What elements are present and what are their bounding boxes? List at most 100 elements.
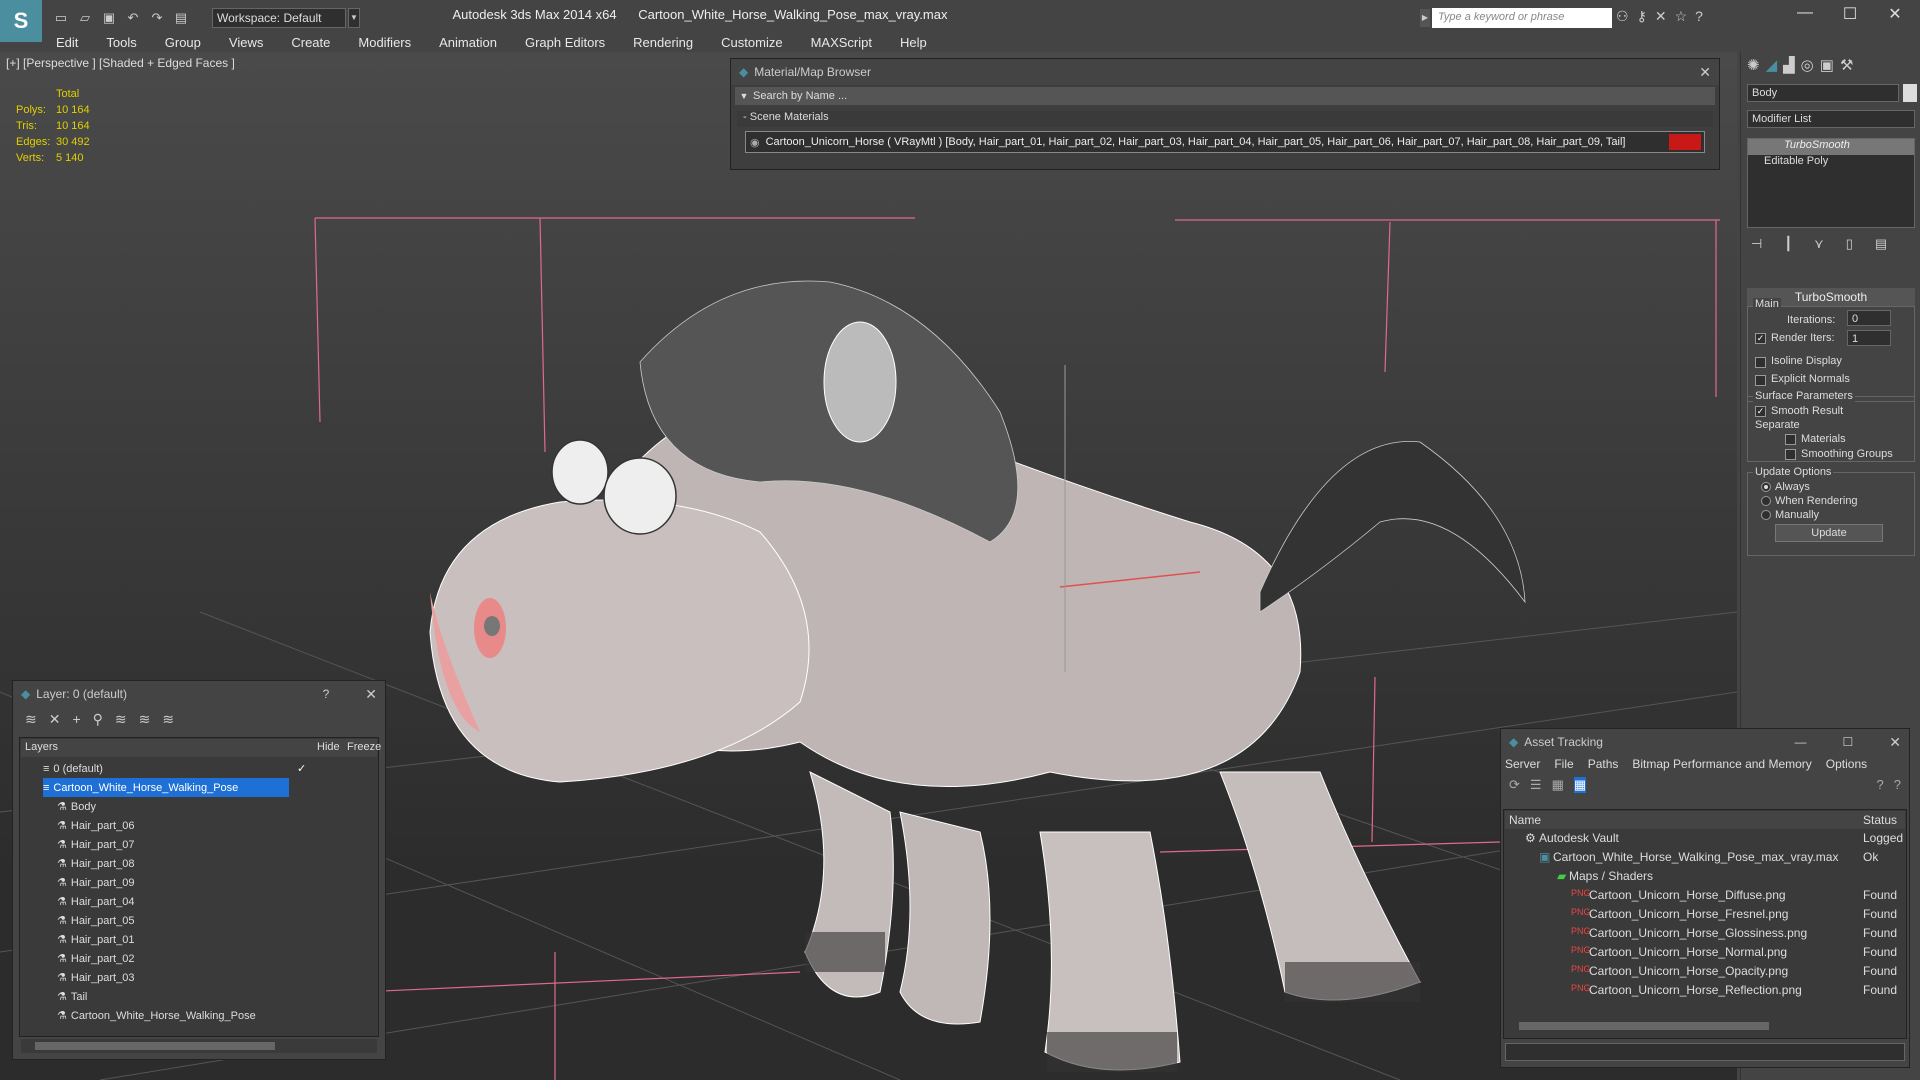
scrollbar-thumb[interactable] bbox=[35, 1042, 275, 1050]
asset-row[interactable]: ▣ Cartoon_White_Horse_Walking_Pose_max_vr… bbox=[1505, 850, 1905, 869]
object-row[interactable]: ⚗ Hair_part_07 bbox=[57, 835, 407, 854]
object-row[interactable]: ⚗ Hair_part_02 bbox=[57, 949, 407, 968]
material-entry[interactable]: ◉ Cartoon_Unicorn_Horse ( VRayMtl ) [Bod… bbox=[745, 131, 1705, 153]
object-row[interactable]: ⚗ Hair_part_01 bbox=[57, 930, 407, 949]
asset-row[interactable]: PNG Cartoon_Unicorn_Horse_Normal.png Found bbox=[1505, 945, 1905, 964]
asset-row[interactable]: ⚙ Autodesk Vault Logged bbox=[1505, 831, 1905, 850]
make-unique-icon[interactable]: ⋎ bbox=[1814, 236, 1824, 252]
when-rendering-radio[interactable] bbox=[1761, 496, 1771, 506]
asset-menu-server[interactable]: Server bbox=[1505, 757, 1540, 771]
configure-sets-icon[interactable]: ▤ bbox=[1875, 236, 1887, 252]
help-icon[interactable]: ? bbox=[1695, 8, 1703, 25]
object-row[interactable]: ⚗ Hair_part_03 bbox=[57, 968, 407, 987]
separate-materials-checkbox[interactable] bbox=[1785, 434, 1796, 445]
create-tab-icon[interactable]: ✺ bbox=[1747, 56, 1760, 74]
hide-all-icon[interactable]: ≋ bbox=[139, 711, 151, 728]
smooth-result-checkbox[interactable]: ✓ bbox=[1755, 406, 1766, 417]
hierarchy-tab-icon[interactable]: ▟ bbox=[1783, 56, 1795, 74]
asset-settings-icon[interactable]: ? bbox=[1894, 777, 1901, 793]
close-button[interactable]: ✕ bbox=[1875, 4, 1915, 28]
key-icon[interactable]: ⚷ bbox=[1637, 8, 1647, 25]
update-button[interactable]: Update bbox=[1775, 524, 1883, 542]
asset-row[interactable]: ▰ Maps / Shaders bbox=[1505, 869, 1905, 888]
manually-radio[interactable] bbox=[1761, 510, 1771, 520]
asset-row[interactable]: PNG Cartoon_Unicorn_Horse_Fresnel.png Foun… bbox=[1505, 907, 1905, 926]
render-iters-spinner[interactable]: 1 bbox=[1847, 330, 1891, 346]
layer-row[interactable]: ≡ Cartoon_White_Horse_Walking_Pose bbox=[43, 778, 289, 797]
menu-customize[interactable]: Customize bbox=[707, 35, 796, 50]
object-color-swatch[interactable] bbox=[1903, 84, 1917, 102]
asset-path-field[interactable] bbox=[1505, 1043, 1905, 1061]
object-row[interactable]: ⚗ Hair_part_08 bbox=[57, 854, 407, 873]
grid-view-icon[interactable]: ▦ bbox=[1573, 777, 1587, 793]
search-input[interactable]: Type a keyword or phrase bbox=[1432, 8, 1612, 28]
asset-menu-file[interactable]: File bbox=[1554, 757, 1573, 771]
menu-graph-editors[interactable]: Graph Editors bbox=[511, 35, 619, 50]
asset-menu-options[interactable]: Options bbox=[1826, 757, 1867, 771]
object-row[interactable]: ⚗ Hair_part_06 bbox=[57, 816, 407, 835]
remove-modifier-icon[interactable]: ▯ bbox=[1846, 236, 1853, 252]
separate-smoothing-checkbox[interactable] bbox=[1785, 449, 1796, 460]
modifier-list-dropdown[interactable]: Modifier List bbox=[1747, 110, 1915, 128]
col-name[interactable]: Name bbox=[1509, 813, 1541, 827]
object-row[interactable]: ⚗ Hair_part_04 bbox=[57, 892, 407, 911]
freeze-all-icon[interactable]: ≋ bbox=[162, 711, 174, 728]
asset-minimize-icon[interactable]: — bbox=[1795, 735, 1807, 749]
delete-layer-icon[interactable]: ✕ bbox=[49, 711, 61, 728]
object-row[interactable]: ⚗ Tail bbox=[57, 987, 407, 1006]
stack-item-editable-poly[interactable]: Editable Poly bbox=[1748, 155, 1914, 171]
explicit-normals-checkbox[interactable] bbox=[1755, 375, 1766, 386]
layer-panel-close-icon[interactable]: ✕ bbox=[365, 686, 377, 703]
asset-menu-paths[interactable]: Paths bbox=[1588, 757, 1619, 771]
material-search-bar[interactable]: ▼ Search by Name ... bbox=[735, 87, 1715, 105]
asset-horizontal-scrollbar[interactable] bbox=[1505, 1019, 1905, 1033]
asset-close-icon[interactable]: ✕ bbox=[1889, 734, 1901, 751]
filter-chevron-icon[interactable]: ▼ bbox=[735, 91, 753, 101]
menu-tools[interactable]: Tools bbox=[92, 35, 150, 50]
isoline-display-checkbox[interactable] bbox=[1755, 357, 1766, 368]
x-icon[interactable]: ✕ bbox=[1655, 8, 1667, 25]
refresh-icon[interactable]: ⟳ bbox=[1509, 777, 1520, 793]
layer-help-icon[interactable]: ? bbox=[323, 687, 330, 701]
object-name-field[interactable]: Body bbox=[1747, 84, 1899, 102]
viewport-label[interactable]: [+] [Perspective ] [Shaded + Edged Faces… bbox=[6, 56, 235, 70]
menu-views[interactable]: Views bbox=[215, 35, 277, 50]
pin-stack-icon[interactable]: ⊣ bbox=[1751, 236, 1762, 252]
object-row[interactable]: ⚗ Body bbox=[57, 797, 407, 816]
menu-help[interactable]: Help bbox=[886, 35, 941, 50]
asset-row[interactable]: PNG Cartoon_Unicorn_Horse_Reflection.png F… bbox=[1505, 983, 1905, 1002]
menu-animation[interactable]: Animation bbox=[425, 35, 511, 50]
table-view-icon[interactable]: ▦ bbox=[1552, 777, 1564, 793]
asset-help-icon[interactable]: ? bbox=[1877, 777, 1884, 793]
menu-modifiers[interactable]: Modifiers bbox=[344, 35, 425, 50]
motion-tab-icon[interactable]: ◎ bbox=[1801, 56, 1814, 74]
select-in-layer-icon[interactable]: ⚲ bbox=[93, 711, 103, 728]
display-tab-icon[interactable]: ▣ bbox=[1820, 56, 1834, 74]
col-status[interactable]: Status bbox=[1863, 813, 1897, 827]
menu-rendering[interactable]: Rendering bbox=[619, 35, 707, 50]
menu-create[interactable]: Create bbox=[277, 35, 344, 50]
scrollbar-thumb[interactable] bbox=[1519, 1022, 1769, 1030]
col-freeze[interactable]: Freeze bbox=[347, 741, 381, 753]
binoculars-icon[interactable]: ⚇ bbox=[1616, 8, 1629, 25]
modify-tab-icon[interactable]: ◢ bbox=[1766, 56, 1778, 74]
asset-row[interactable]: PNG Cartoon_Unicorn_Horse_Diffuse.png Foun… bbox=[1505, 888, 1905, 907]
show-end-result-icon[interactable]: ┃ bbox=[1784, 236, 1792, 252]
object-row[interactable]: ⚗ Hair_part_05 bbox=[57, 911, 407, 930]
asset-menu-bitmap[interactable]: Bitmap Performance and Memory bbox=[1632, 757, 1811, 771]
menu-group[interactable]: Group bbox=[151, 35, 215, 50]
material-browser-close-icon[interactable]: ✕ bbox=[1699, 64, 1711, 81]
search-expand-icon[interactable]: ▶ bbox=[1420, 9, 1430, 27]
asset-row[interactable]: PNG Cartoon_Unicorn_Horse_Opacity.png Foun… bbox=[1505, 964, 1905, 983]
asset-maximize-icon[interactable]: ☐ bbox=[1843, 735, 1854, 749]
menu-edit[interactable]: Edit bbox=[42, 35, 92, 50]
current-layer-check-icon[interactable]: ✓ bbox=[297, 762, 306, 775]
asset-row[interactable]: PNG Cartoon_Unicorn_Horse_Glossiness.png F… bbox=[1505, 926, 1905, 945]
highlight-layer-icon[interactable]: ≋ bbox=[115, 711, 127, 728]
object-row[interactable]: ⚗ Hair_part_09 bbox=[57, 873, 407, 892]
col-hide[interactable]: Hide bbox=[317, 741, 340, 753]
always-radio[interactable] bbox=[1761, 482, 1771, 492]
list-view-icon[interactable]: ☰ bbox=[1530, 777, 1542, 793]
col-layers[interactable]: Layers bbox=[25, 741, 58, 753]
menu-maxscript[interactable]: MAXScript bbox=[797, 35, 886, 50]
